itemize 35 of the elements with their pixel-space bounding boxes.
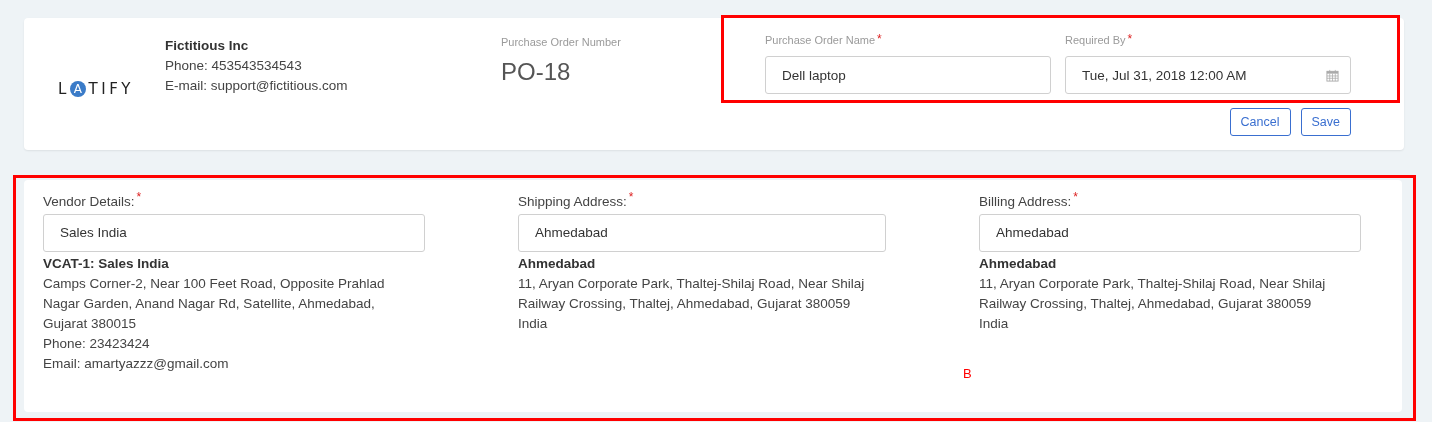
required-mark: * [136, 192, 142, 202]
cancel-button[interactable]: Cancel [1229, 108, 1291, 136]
save-button[interactable]: Save [1300, 108, 1351, 136]
address-text: 11, Aryan Corporate Park, Thaltej-Shilaj Road, Near Shilaj Railway Crossing, Thaltej, Ahmedabad, Gujarat 380059 [518, 275, 866, 313]
annotation-label: B [963, 366, 972, 381]
required-mark: * [628, 192, 634, 202]
company-name: Fictitious Inc [165, 37, 250, 55]
company-email: E-mail: support@fictitious.com [165, 77, 349, 95]
field-label: Vendor Details: [43, 193, 135, 211]
field-label: Purchase Order Name [765, 34, 876, 46]
date-field[interactable]: Tue, Jul 31, 2018 12:00 AM [1065, 56, 1351, 94]
company-logo: L A TIFY [58, 80, 134, 98]
address-text: Camps Corner-2, Near 100 Feet Road, Opposite Prahlad Nagar Garden, Anand Nagar Rd, Satellite, Ahmedabad, Gujarat 380015 [43, 275, 386, 333]
required-mark: * [1073, 192, 1078, 202]
address-title: Ahmedabad [518, 255, 597, 273]
field-label: Billing Address: [979, 193, 1072, 211]
input-field[interactable]: Sales India [43, 214, 425, 252]
required-mark: * [1127, 34, 1133, 44]
order-number: PO-18 [501, 58, 572, 86]
address-text: India [979, 315, 1010, 333]
address-text: Phone: 23423424 [43, 335, 151, 353]
input-field[interactable]: Dell laptop [765, 56, 1051, 94]
field-label: Required By [1065, 34, 1126, 46]
input-field[interactable]: Ahmedabad [979, 214, 1361, 252]
address-text: Email: amartyazzz@gmail.com [43, 355, 230, 373]
address-title: Ahmedabad [979, 255, 1058, 273]
address-text: 11, Aryan Corporate Park, Thaltej-Shilaj Road, Near Shilaj Railway Crossing, Thaltej, Ahmedabad, Gujarat 380059 [979, 275, 1327, 313]
address-title: VCAT-1: Sales India [43, 255, 170, 273]
field-label: Shipping Address: [518, 193, 627, 211]
company-phone: Phone: 453543534543 [165, 57, 303, 75]
input-field[interactable]: Ahmedabad [518, 214, 886, 252]
address-text: India [518, 315, 549, 333]
field-label: Purchase Order Number [501, 36, 622, 48]
required-mark: * [877, 34, 882, 44]
calendar-icon[interactable] [1326, 68, 1339, 82]
